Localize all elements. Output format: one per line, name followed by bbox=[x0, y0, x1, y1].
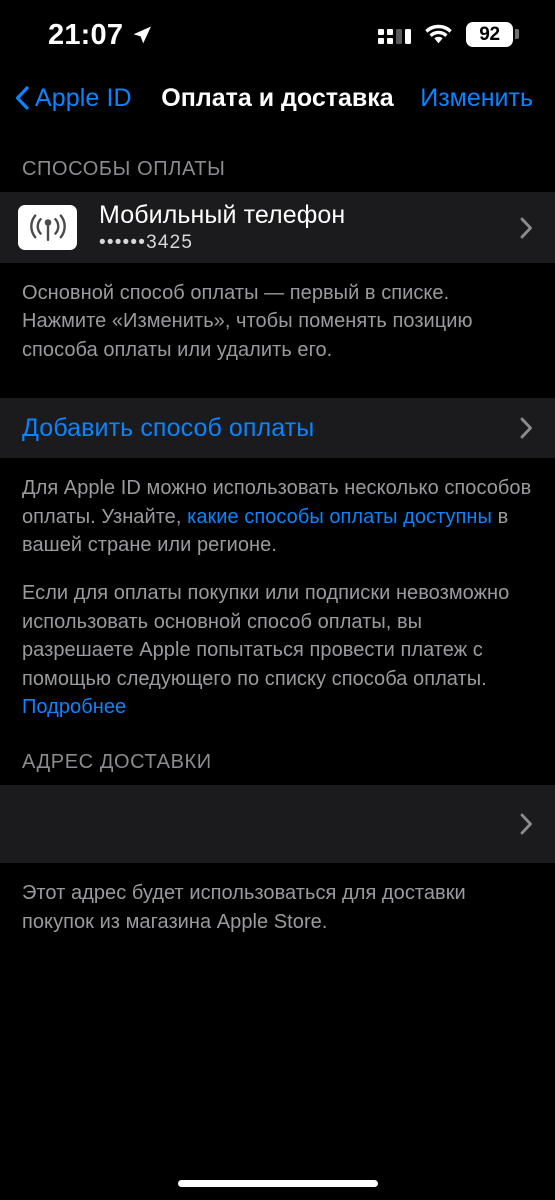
shipping-address-row[interactable] bbox=[0, 785, 555, 864]
payment-methods-footnote-text: Основной способ оплаты — первый в списке… bbox=[22, 282, 473, 361]
back-button[interactable]: Apple ID bbox=[15, 84, 132, 113]
shipping-address-section-header: АДРЕС ДОСТАВКИ bbox=[0, 721, 555, 786]
battery-percentage: 92 bbox=[479, 23, 500, 45]
back-button-label: Apple ID bbox=[35, 83, 132, 112]
payment-method-text: Мобильный телефон ••••••3425 bbox=[99, 202, 520, 252]
learn-more-link[interactable]: Подробнее bbox=[22, 696, 126, 718]
payment-method-row[interactable]: Мобильный телефон ••••••3425 bbox=[0, 192, 555, 263]
chevron-right-icon bbox=[520, 417, 533, 439]
payment-methods-footnote: Основной способ оплаты — первый в списке… bbox=[0, 263, 555, 365]
chevron-right-icon bbox=[520, 217, 533, 239]
add-payment-method-row[interactable]: Добавить способ оплаты bbox=[0, 398, 555, 459]
add-payment-method-label: Добавить способ оплаты bbox=[22, 413, 315, 442]
payment-options-link[interactable]: какие способы оплаты доступны bbox=[187, 506, 492, 528]
wifi-icon bbox=[425, 24, 452, 44]
spacer-before-add-row bbox=[0, 364, 555, 399]
fallback-payment-footnote: Если для оплаты покупки или подписки нев… bbox=[22, 579, 533, 721]
shipping-address-footnote: Этот адрес будет использоваться для дост… bbox=[0, 863, 555, 937]
status-bar-clock: 21:07 bbox=[48, 18, 124, 51]
cellular-signal-icon bbox=[378, 24, 411, 44]
chevron-left-icon bbox=[15, 86, 29, 110]
home-indicator bbox=[177, 1180, 378, 1187]
footnote3-text-part1: Если для оплаты покупки или подписки нев… bbox=[22, 582, 510, 690]
cell-antenna-icon bbox=[18, 205, 77, 250]
add-payment-footnotes: Для Apple ID можно использовать нескольк… bbox=[0, 458, 555, 722]
shipping-address-footnote-text: Этот адрес будет использоваться для дост… bbox=[22, 882, 466, 933]
location-arrow-icon bbox=[132, 25, 152, 45]
chevron-right-icon bbox=[520, 813, 533, 835]
payment-method-number: ••••••3425 bbox=[99, 231, 194, 253]
status-bar-right: 92 bbox=[378, 21, 519, 47]
edit-button[interactable]: Изменить bbox=[420, 84, 533, 113]
navigation-bar: Apple ID Оплата и доставка Изменить bbox=[0, 68, 555, 128]
payment-method-title: Мобильный телефон bbox=[99, 201, 346, 230]
status-bar: 21:07 92 bbox=[0, 0, 555, 68]
payment-availability-footnote: Для Apple ID можно использовать нескольк… bbox=[22, 474, 533, 559]
payment-methods-section-header: СПОСОБЫ ОПЛАТЫ bbox=[0, 128, 555, 192]
battery-body: 92 bbox=[466, 21, 513, 47]
iphone-screen: 21:07 92 Apple ID Оплата и доставка Изме… bbox=[0, 0, 555, 1200]
status-bar-left: 21:07 bbox=[48, 19, 152, 50]
battery-icon: 92 bbox=[466, 21, 519, 47]
battery-cap bbox=[515, 29, 519, 39]
